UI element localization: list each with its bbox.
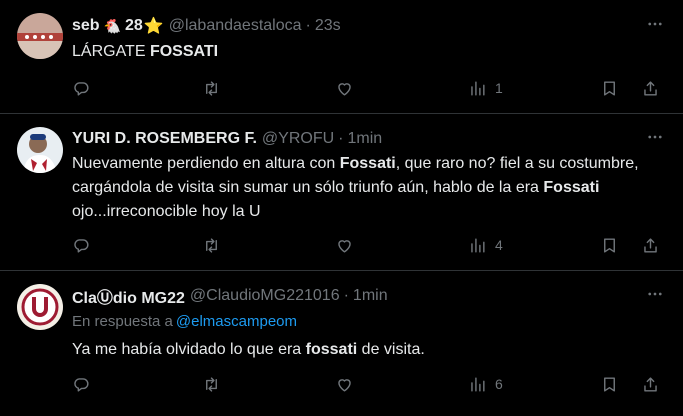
views-icon	[471, 237, 485, 253]
bookmark-icon	[604, 80, 615, 96]
star-emoji: ⭐	[143, 18, 164, 35]
separator-dot: ·	[338, 130, 344, 147]
tweet-header: seb 🐔 28 ⭐ @labandaestaloca · 23s	[72, 15, 341, 37]
text-part: ojo...irreconocible hoy la U	[72, 203, 261, 220]
text-part: LÁRGATE	[72, 43, 150, 60]
share-icon	[644, 376, 657, 392]
like-icon	[338, 378, 351, 392]
tweet[interactable]: seb 🐔 28 ⭐ @labandaestaloca · 23s LÁRGAT…	[0, 0, 683, 114]
tweet-actions: 1	[63, 71, 663, 105]
avatar[interactable]	[17, 284, 63, 330]
share-icon	[644, 80, 657, 96]
views-button[interactable]: 4	[468, 228, 503, 262]
text-part: Nuevamente perdiendo en altura con	[72, 155, 340, 172]
reply-icon	[74, 377, 89, 392]
retweet-icon	[206, 237, 217, 253]
views-count: 1	[495, 80, 503, 96]
text-part: Ya me había olvidado lo que era	[72, 341, 306, 358]
views-icon	[471, 80, 485, 96]
tweet-header: YURI D. ROSEMBERG F. @YROFU · 1min	[72, 128, 382, 150]
timestamp[interactable]: 1min	[353, 287, 388, 305]
tweet-header: ClaⓊdio MG22 @ClaudioMG221016 · 1min	[72, 285, 388, 307]
reply-to-link[interactable]: @elmascampeom	[176, 313, 297, 330]
reply-button[interactable]	[72, 71, 91, 105]
reply-button[interactable]	[72, 367, 91, 401]
name-count: 28	[125, 17, 143, 34]
tweet-text: LÁRGATE FOSSATI	[72, 40, 662, 64]
timestamp[interactable]: 1min	[347, 130, 382, 148]
reply-button[interactable]	[72, 228, 91, 262]
display-name[interactable]: ClaⓊdio MG22	[72, 284, 185, 308]
separator-dot: ·	[343, 287, 349, 304]
separator-dot: ·	[305, 17, 311, 34]
share-icon	[644, 237, 657, 253]
views-icon	[471, 376, 485, 392]
share-button[interactable]	[641, 71, 660, 105]
reply-icon	[74, 81, 89, 96]
views-count: 4	[495, 237, 503, 253]
reply-icon	[74, 238, 89, 253]
tweet-actions: 6	[63, 367, 663, 401]
like-button[interactable]	[335, 367, 354, 401]
like-icon	[338, 82, 351, 96]
handle[interactable]: @labandaestaloca	[169, 17, 302, 35]
text-part-bold: Fossati	[543, 179, 600, 196]
retweet-icon	[206, 376, 217, 392]
tweet-text: Nuevamente perdiendo en altura con Fossa…	[72, 152, 662, 224]
retweet-button[interactable]	[202, 71, 221, 105]
text-part-bold: fossati	[305, 341, 358, 358]
display-name[interactable]: YURI D. ROSEMBERG F.	[72, 130, 257, 148]
views-button[interactable]: 1	[468, 71, 503, 105]
bookmark-icon	[604, 237, 615, 253]
timestamp[interactable]: 23s	[315, 17, 341, 35]
chicken-emoji: 🐔	[103, 17, 122, 34]
views-button[interactable]: 6	[468, 367, 503, 401]
bookmark-icon	[604, 376, 615, 392]
like-button[interactable]	[335, 71, 354, 105]
display-name[interactable]: seb	[72, 17, 100, 35]
share-button[interactable]	[641, 367, 660, 401]
retweet-button[interactable]	[202, 367, 221, 401]
views-count: 6	[495, 376, 503, 392]
handle[interactable]: @YROFU	[262, 130, 334, 148]
tweet[interactable]: YURI D. ROSEMBERG F. @YROFU · 1min Nueva…	[0, 115, 683, 271]
like-button[interactable]	[335, 228, 354, 262]
avatar[interactable]	[17, 127, 63, 173]
retweet-button[interactable]	[202, 228, 221, 262]
reply-context: En respuesta a @elmascampeom	[72, 313, 297, 330]
more-icon[interactable]	[645, 127, 665, 147]
bookmark-button[interactable]	[600, 71, 619, 105]
text-part-bold: FOSSATI	[149, 43, 219, 60]
text-part-bold: Fossati	[339, 155, 396, 172]
more-icon[interactable]	[645, 14, 665, 34]
like-icon	[338, 239, 351, 253]
handle[interactable]: @ClaudioMG221016	[190, 287, 340, 305]
tweet[interactable]: ClaⓊdio MG22 @ClaudioMG221016 · 1min En …	[0, 272, 683, 416]
tweet-actions: 4	[63, 228, 663, 262]
bookmark-button[interactable]	[600, 228, 619, 262]
tweet-text: Ya me había olvidado lo que era fossati …	[72, 338, 662, 362]
more-icon[interactable]	[645, 284, 665, 304]
share-button[interactable]	[641, 228, 660, 262]
text-part: de visita.	[357, 341, 425, 358]
bookmark-button[interactable]	[600, 367, 619, 401]
avatar[interactable]	[17, 13, 63, 59]
retweet-icon	[206, 80, 217, 96]
reply-prefix: En respuesta a	[72, 313, 173, 330]
